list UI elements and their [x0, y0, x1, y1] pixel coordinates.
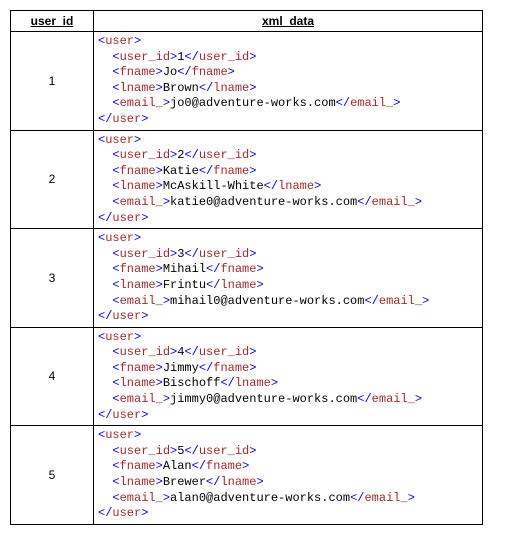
- data-table: user_id xml_data 1<user> <user_id>1</use…: [10, 10, 483, 525]
- cell-user-id: 1: [11, 32, 94, 131]
- table-row: 1<user> <user_id>1</user_id> <fname>Jo</…: [11, 32, 483, 131]
- table-row: 2<user> <user_id>2</user_id> <fname>Kati…: [11, 130, 483, 229]
- table-row: 4<user> <user_id>4</user_id> <fname>Jimm…: [11, 327, 483, 426]
- cell-xml-data: <user> <user_id>3</user_id> <fname>Mihai…: [94, 229, 483, 328]
- cell-user-id: 3: [11, 229, 94, 328]
- table-row: 3<user> <user_id>3</user_id> <fname>Miha…: [11, 229, 483, 328]
- cell-xml-data: <user> <user_id>5</user_id> <fname>Alan<…: [94, 426, 483, 525]
- cell-xml-data: <user> <user_id>1</user_id> <fname>Jo</f…: [94, 32, 483, 131]
- header-user-id: user_id: [11, 11, 94, 32]
- cell-user-id: 5: [11, 426, 94, 525]
- cell-user-id: 4: [11, 327, 94, 426]
- header-row: user_id xml_data: [11, 11, 483, 32]
- cell-xml-data: <user> <user_id>2</user_id> <fname>Katie…: [94, 130, 483, 229]
- table-row: 5<user> <user_id>5</user_id> <fname>Alan…: [11, 426, 483, 525]
- cell-xml-data: <user> <user_id>4</user_id> <fname>Jimmy…: [94, 327, 483, 426]
- cell-user-id: 2: [11, 130, 94, 229]
- header-xml-data: xml_data: [94, 11, 483, 32]
